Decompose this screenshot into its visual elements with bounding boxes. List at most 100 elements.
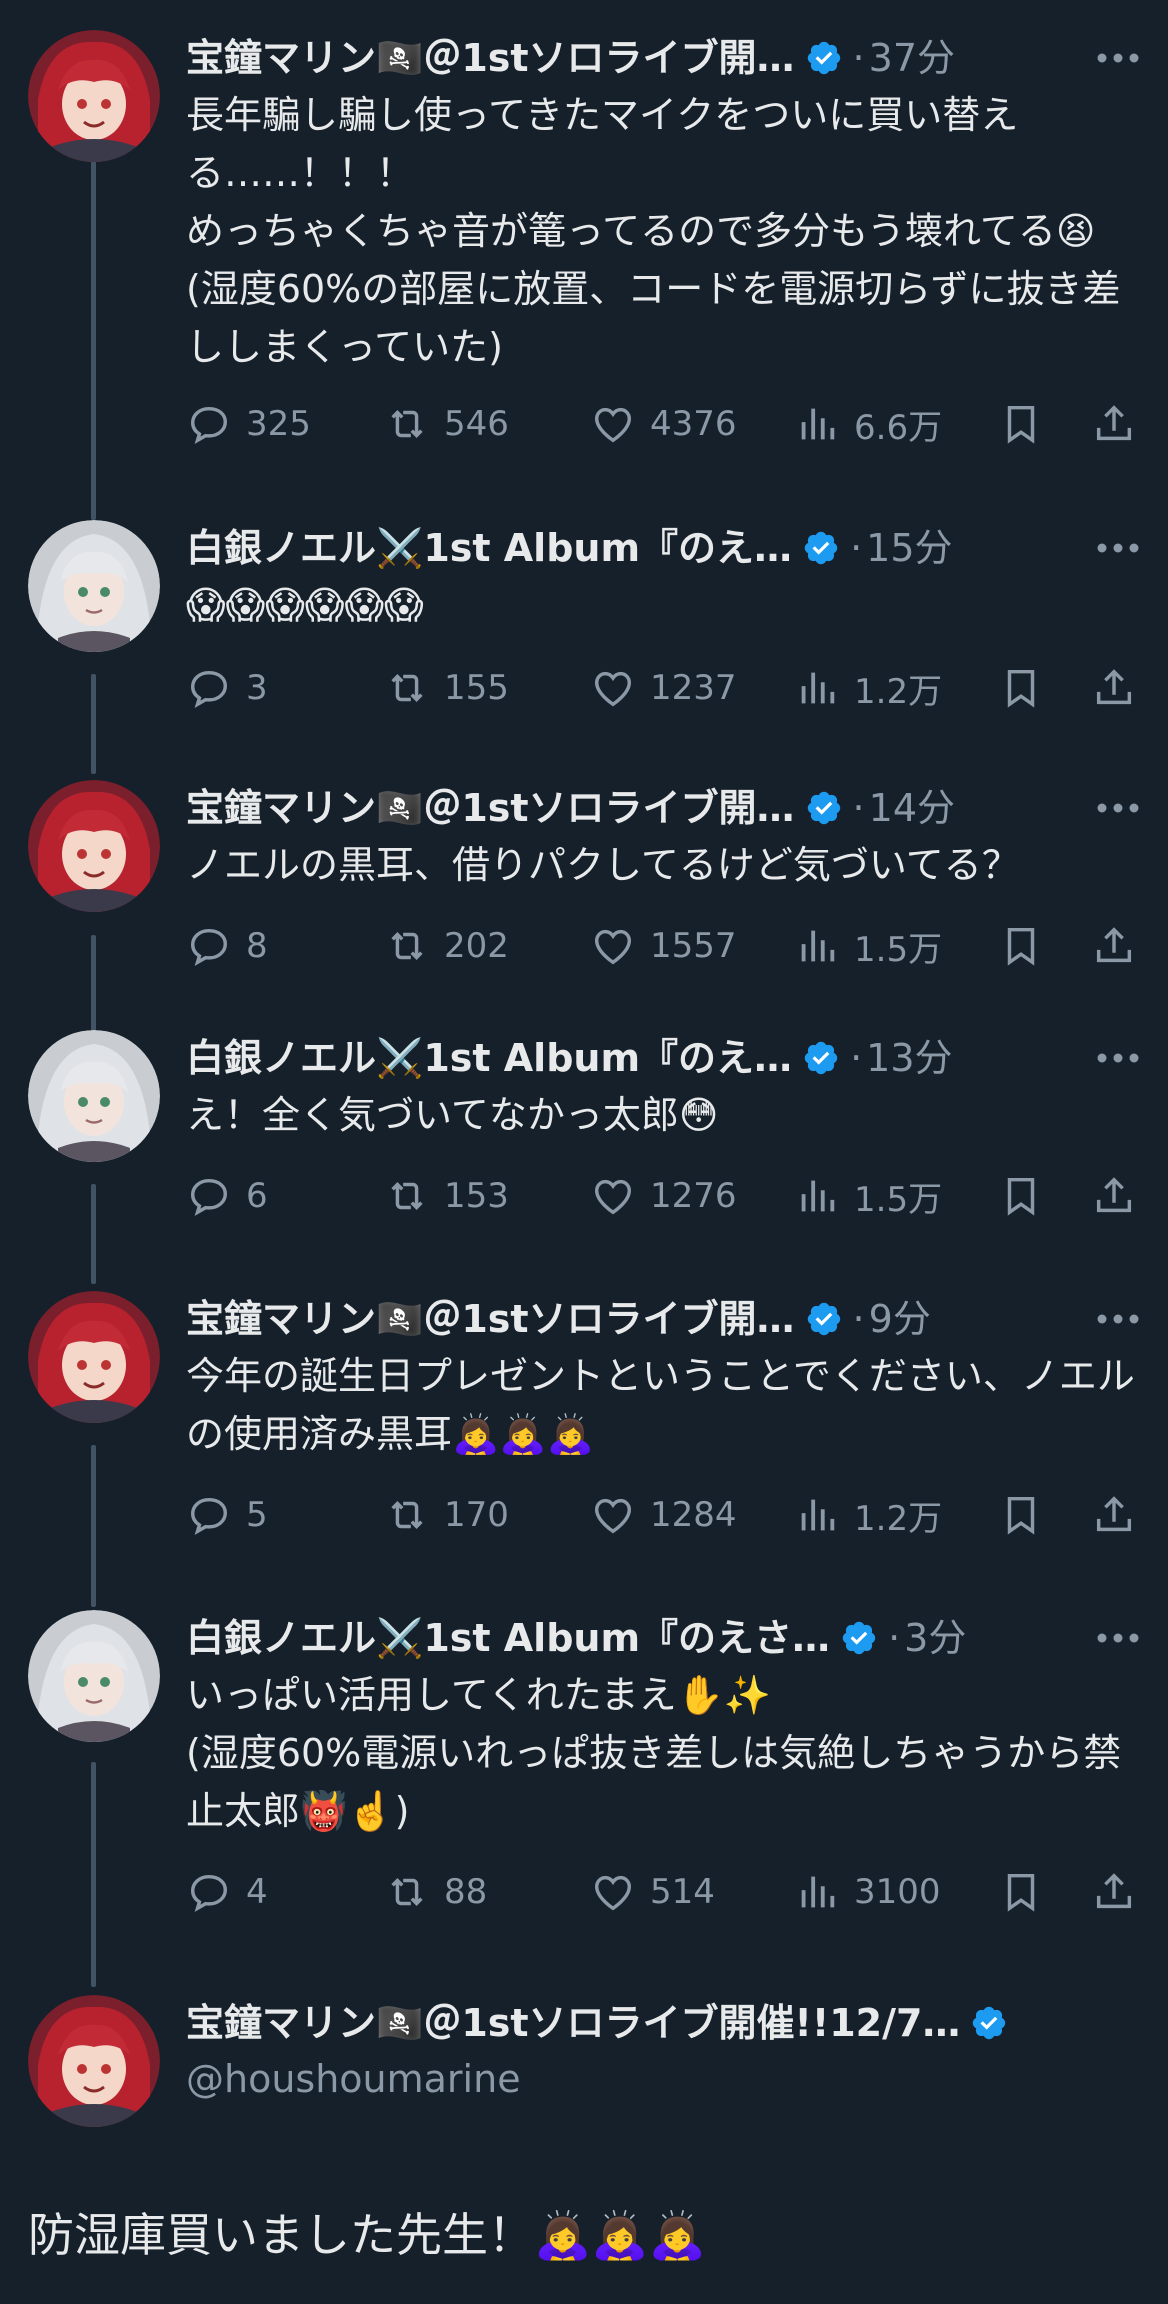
views-count: 1.5万	[854, 1179, 943, 1220]
more-button[interactable]	[1096, 1030, 1140, 1086]
like-icon	[594, 1875, 632, 1911]
timestamp[interactable]: 15分	[866, 520, 952, 576]
tweet-text: え！全く気づいてなかっ太郎😳	[186, 1093, 719, 1137]
timestamp[interactable]: 9分	[869, 1291, 931, 1347]
share-button[interactable]	[1091, 401, 1137, 447]
more-icon	[1097, 543, 1139, 553]
share-icon	[1096, 405, 1132, 441]
share-button[interactable]	[1091, 923, 1137, 969]
retweet-count: 153	[444, 1176, 509, 1216]
noel-avatar[interactable]	[28, 1610, 160, 1742]
more-button[interactable]	[1096, 30, 1140, 86]
like-icon	[594, 1179, 632, 1215]
timestamp[interactable]: 14分	[869, 780, 955, 836]
retweet-icon	[391, 1878, 423, 1906]
share-icon	[1096, 927, 1132, 963]
marine-avatar[interactable]	[28, 1995, 160, 2127]
tweet[interactable]: 宝鐘マリン🏴‍☠️＠1stソロライブ開… · 37分 長年騙し騙し使ってきたマイ…	[0, 30, 1168, 470]
like-button[interactable]: 1557	[590, 923, 737, 969]
noel-avatar[interactable]	[28, 1030, 160, 1162]
share-icon	[1096, 669, 1132, 705]
author-name[interactable]: 宝鐘マリン🏴‍☠️＠1stソロライブ開…	[186, 780, 795, 836]
reply-button[interactable]: 325	[186, 401, 311, 447]
views-icon	[801, 408, 835, 440]
bookmark-button[interactable]	[998, 1492, 1044, 1538]
bookmark-button[interactable]	[998, 401, 1044, 447]
views-button[interactable]: 1.2万	[794, 1491, 942, 1540]
views-icon	[801, 1180, 835, 1212]
like-button[interactable]: 1237	[590, 665, 737, 711]
tweet[interactable]: 白銀ノエル⚔️1st Album『のえ… · 13分 え！全く気づいてなかっ太郎…	[0, 1030, 1168, 1230]
reply-count: 3	[246, 668, 268, 708]
bookmark-icon	[1007, 405, 1035, 444]
tweet[interactable]: 白銀ノエル⚔️1st Album『のえ… · 15分 😱😱😱😱😱😱 3 155 …	[0, 520, 1168, 720]
bookmark-button[interactable]	[998, 923, 1044, 969]
reply-icon	[190, 670, 228, 708]
reply-icon	[190, 1178, 228, 1216]
share-button[interactable]	[1091, 665, 1137, 711]
like-icon	[594, 407, 632, 443]
reply-count: 5	[246, 1495, 268, 1535]
retweet-button[interactable]: 170	[384, 1492, 509, 1538]
verified-icon	[807, 1302, 840, 1336]
views-button[interactable]: 1.2万	[794, 664, 942, 713]
views-button[interactable]: 1.5万	[794, 1172, 942, 1221]
bookmark-icon	[1007, 1177, 1035, 1216]
bookmark-icon	[1007, 669, 1035, 708]
author-name[interactable]: 白銀ノエル⚔️1st Album『のえさ…	[186, 1610, 830, 1666]
author-name[interactable]: 宝鐘マリン🏴‍☠️＠1stソロライブ開…	[186, 30, 795, 86]
retweet-count: 170	[444, 1495, 509, 1535]
marine-avatar[interactable]	[28, 1291, 160, 1423]
conversation-thread: 宝鐘マリン🏴‍☠️＠1stソロライブ開… · 37分 長年騙し騙し使ってきたマイ…	[0, 0, 1168, 2304]
marine-avatar[interactable]	[28, 30, 160, 162]
views-count: 1.5万	[854, 929, 943, 970]
reply-button[interactable]: 5	[186, 1492, 268, 1538]
bookmark-button[interactable]	[998, 665, 1044, 711]
reply-button[interactable]: 6	[186, 1173, 268, 1219]
timestamp[interactable]: 3分	[904, 1610, 966, 1666]
share-button[interactable]	[1091, 1492, 1137, 1538]
noel-avatar[interactable]	[28, 520, 160, 652]
author-handle[interactable]: @houshoumarine	[186, 2051, 521, 2107]
more-button[interactable]	[1096, 1610, 1140, 1666]
more-button[interactable]	[1096, 1291, 1140, 1347]
marine-avatar[interactable]	[28, 780, 160, 912]
views-count: 6.6万	[854, 407, 943, 448]
verified-icon	[842, 1621, 876, 1655]
more-button[interactable]	[1096, 520, 1140, 576]
like-button[interactable]: 514	[590, 1869, 715, 1915]
views-button[interactable]: 3100	[794, 1869, 941, 1915]
reply-icon	[190, 1497, 228, 1535]
author-name[interactable]: 宝鐘マリン🏴‍☠️＠1stソロライブ開催!!12/7…	[186, 1995, 960, 2051]
retweet-button[interactable]: 202	[384, 923, 509, 969]
reply-button[interactable]: 4	[186, 1869, 268, 1915]
reply-button[interactable]: 8	[186, 923, 268, 969]
like-button[interactable]: 4376	[590, 401, 737, 447]
retweet-button[interactable]: 88	[384, 1869, 487, 1915]
like-count: 1237	[650, 668, 737, 708]
retweet-button[interactable]: 546	[384, 401, 509, 447]
author-name[interactable]: 白銀ノエル⚔️1st Album『のえ…	[186, 1030, 792, 1086]
like-button[interactable]: 1284	[590, 1492, 737, 1538]
reply-count: 325	[246, 404, 311, 444]
bookmark-button[interactable]	[998, 1869, 1044, 1915]
timestamp[interactable]: 13分	[866, 1030, 952, 1086]
timestamp[interactable]: 37分	[869, 30, 955, 86]
share-button[interactable]	[1091, 1869, 1137, 1915]
views-count: 3100	[854, 1872, 941, 1912]
retweet-button[interactable]: 155	[384, 665, 509, 711]
tweet[interactable]: 宝鐘マリン🏴‍☠️＠1stソロライブ開… · 9分 今年の誕生日プレゼントという…	[0, 1291, 1168, 1551]
views-button[interactable]: 1.5万	[794, 922, 942, 971]
bookmark-button[interactable]	[998, 1173, 1044, 1219]
reply-button[interactable]: 3	[186, 665, 268, 711]
views-button[interactable]: 6.6万	[794, 400, 942, 449]
retweet-button[interactable]: 153	[384, 1173, 509, 1219]
more-button[interactable]	[1096, 780, 1140, 836]
tweet[interactable]: 白銀ノエル⚔️1st Album『のえさ… · 3分 いっぱい活用してくれたまえ…	[0, 1610, 1168, 1920]
like-icon	[594, 929, 632, 965]
tweet[interactable]: 宝鐘マリン🏴‍☠️＠1stソロライブ開… · 14分 ノエルの黒耳、借りパクして…	[0, 780, 1168, 980]
author-name[interactable]: 宝鐘マリン🏴‍☠️＠1stソロライブ開…	[186, 1291, 795, 1347]
share-button[interactable]	[1091, 1173, 1137, 1219]
author-name[interactable]: 白銀ノエル⚔️1st Album『のえ…	[186, 520, 792, 576]
like-button[interactable]: 1276	[590, 1173, 737, 1219]
